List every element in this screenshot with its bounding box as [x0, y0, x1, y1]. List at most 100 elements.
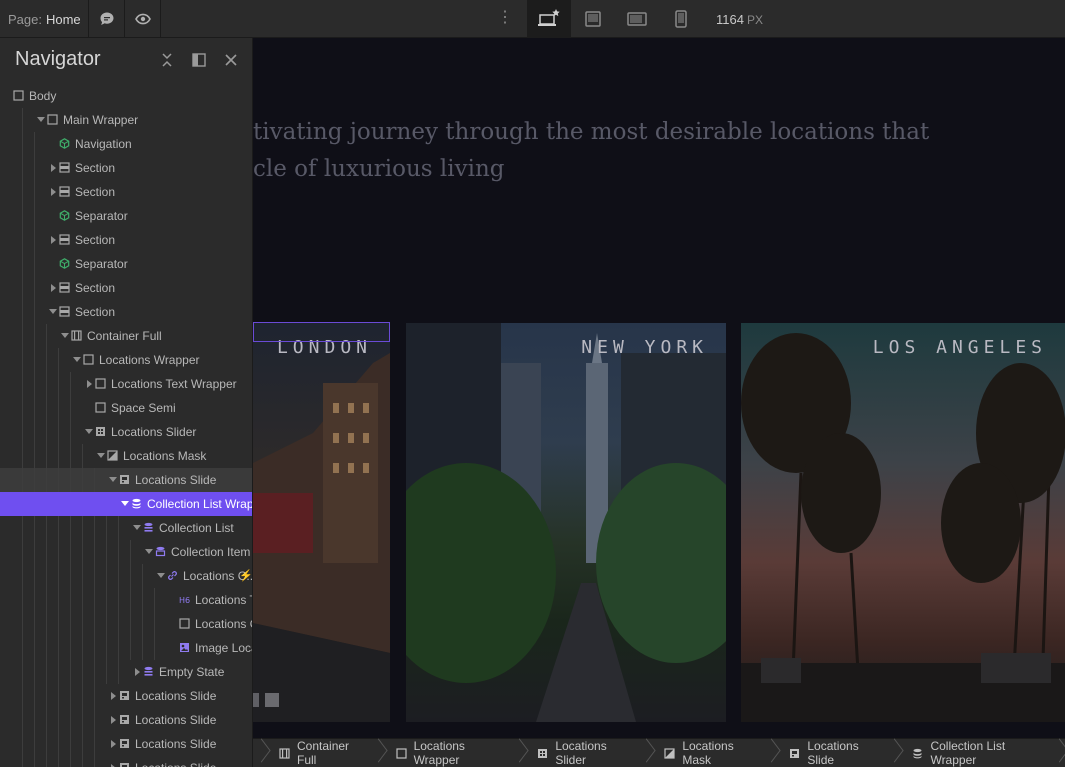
- page-selector[interactable]: Page: Home: [0, 0, 89, 38]
- navigator-item-label: Separator: [75, 209, 128, 223]
- slider-icon: [95, 426, 106, 437]
- navigator-item[interactable]: Separator: [0, 252, 252, 276]
- navigator-item[interactable]: Locations Overl: [0, 612, 252, 636]
- collapse-caret-icon[interactable]: [49, 309, 57, 314]
- preview-button[interactable]: [125, 0, 161, 38]
- preview-eye-icon: [134, 13, 151, 25]
- tree-guide-line: [22, 516, 23, 540]
- tree-guide-line: [22, 132, 23, 156]
- breadcrumb-item[interactable]: Locations Wrapper: [384, 739, 526, 767]
- component-icon: [59, 210, 70, 221]
- navigator-item[interactable]: Section: [0, 300, 252, 324]
- tree-guide-line: [46, 516, 47, 540]
- canvas-width-readout[interactable]: 1164 PX: [716, 12, 763, 27]
- navigator-item[interactable]: Section: [0, 180, 252, 204]
- canvas-width-unit: PX: [746, 13, 763, 27]
- navigator-item[interactable]: Section: [0, 276, 252, 300]
- comments-button[interactable]: [89, 0, 125, 38]
- collapse-caret-icon[interactable]: [145, 549, 153, 554]
- expand-caret-icon[interactable]: [51, 164, 56, 172]
- expand-caret-icon[interactable]: [111, 692, 116, 700]
- tree-guide-line: [106, 564, 107, 588]
- more-options-icon[interactable]: ⋮: [497, 10, 513, 26]
- navigator-item[interactable]: Empty State: [0, 660, 252, 684]
- tree-guide-line: [58, 708, 59, 732]
- navigator-item[interactable]: Locations Wrapper: [0, 348, 252, 372]
- navigator-item[interactable]: Collection List: [0, 516, 252, 540]
- navigator-item[interactable]: Navigation: [0, 132, 252, 156]
- navigator-item[interactable]: Image Locati...: [0, 636, 252, 660]
- navigator-item[interactable]: H6 Locations Title: [0, 588, 252, 612]
- breadcrumb-item[interactable]: Locations Mask: [652, 739, 777, 767]
- slider-dot-active[interactable]: [265, 693, 279, 707]
- collapse-caret-icon[interactable]: [73, 357, 81, 362]
- expand-caret-icon[interactable]: [135, 668, 140, 676]
- location-card-new-york[interactable]: NEW YORK: [406, 323, 726, 722]
- tree-guide-line: [34, 276, 35, 300]
- tablet-breakpoint-button[interactable]: [615, 0, 659, 38]
- tree-guide-line: [34, 180, 35, 204]
- navigator-item[interactable]: Locations Slide: [0, 684, 252, 708]
- collapse-caret-icon[interactable]: [37, 117, 45, 122]
- tree-guide-line: [58, 732, 59, 756]
- collapse-all-button[interactable]: [158, 51, 176, 69]
- tablet-landscape-breakpoint-button[interactable]: [571, 0, 615, 38]
- navigator-item[interactable]: Container Full: [0, 324, 252, 348]
- navigator-item[interactable]: Section: [0, 228, 252, 252]
- tree-guide-line: [46, 372, 47, 396]
- collapse-caret-icon[interactable]: [85, 429, 93, 434]
- location-card-london[interactable]: LONDON: [253, 323, 390, 722]
- navigator-item[interactable]: Locations Slider: [0, 420, 252, 444]
- phone-breakpoint-button[interactable]: [659, 0, 703, 38]
- collapse-caret-icon[interactable]: [97, 453, 105, 458]
- breadcrumb-item[interactable]: Locations Slider: [525, 739, 652, 767]
- navigator-item[interactable]: Body: [0, 84, 252, 108]
- navigator-item[interactable]: Collection Item: [0, 540, 252, 564]
- navigator-item[interactable]: Locations Text Wrapper: [0, 372, 252, 396]
- navigator-item[interactable]: Main Wrapper: [0, 108, 252, 132]
- expand-caret-icon[interactable]: [51, 188, 56, 196]
- expand-caret-icon[interactable]: [111, 716, 116, 724]
- slider-nav[interactable]: [253, 693, 279, 707]
- tree-guide-line: [70, 756, 71, 767]
- collapse-caret-icon[interactable]: [61, 333, 69, 338]
- collapse-all-icon: [162, 53, 172, 67]
- expand-caret-icon[interactable]: [51, 236, 56, 244]
- navigator-item-label: Locations Text Wrapper: [111, 377, 237, 391]
- breadcrumb-item[interactable]: Collection List Wrapper: [900, 739, 1065, 767]
- navigator-item[interactable]: Separator: [0, 204, 252, 228]
- mask-icon: [664, 747, 675, 759]
- navigator-item[interactable]: Locations Slide: [0, 756, 252, 767]
- navigator-item[interactable]: Space Semi: [0, 396, 252, 420]
- desktop-breakpoint-button[interactable]: [527, 0, 571, 38]
- breadcrumb-item[interactable]: Container Full: [267, 739, 384, 767]
- collapse-caret-icon[interactable]: [121, 501, 129, 506]
- collapse-caret-icon[interactable]: [109, 477, 117, 482]
- tree-guide-line: [82, 612, 83, 636]
- london-street-image: [253, 353, 390, 722]
- navigator-item[interactable]: Locations Mask: [0, 444, 252, 468]
- tree-guide-line: [34, 564, 35, 588]
- close-navigator-button[interactable]: [222, 51, 240, 69]
- location-card-los-angeles[interactable]: LOS ANGELES: [741, 323, 1065, 722]
- breadcrumb-overflow[interactable]: [253, 739, 267, 767]
- collapse-caret-icon[interactable]: [157, 573, 165, 578]
- navigator-item[interactable]: Section: [0, 156, 252, 180]
- navigator-item[interactable]: Locations Slide: [0, 732, 252, 756]
- section-icon: [59, 162, 70, 173]
- slider-dot[interactable]: [253, 693, 259, 707]
- expand-caret-icon[interactable]: [111, 740, 116, 748]
- collapse-caret-icon[interactable]: [133, 525, 141, 530]
- breadcrumb: Container Full Locations Wrapper Locations…: [253, 738, 1065, 767]
- expand-caret-icon[interactable]: [51, 284, 56, 292]
- tree-guide-line: [118, 564, 119, 588]
- navigator-item-label: Empty State: [159, 665, 225, 679]
- breadcrumb-item[interactable]: Locations Slide: [777, 739, 900, 767]
- navigator-item-label: Image Locati...: [195, 641, 252, 655]
- expand-caret-icon[interactable]: [87, 380, 92, 388]
- navigator-item[interactable]: Collection List Wrapper: [0, 492, 252, 516]
- navigator-item[interactable]: Locations Slide: [0, 468, 252, 492]
- dock-panel-button[interactable]: [190, 51, 208, 69]
- navigator-item[interactable]: Locations Slide: [0, 708, 252, 732]
- navigator-item[interactable]: Locations C... ⚡: [0, 564, 252, 588]
